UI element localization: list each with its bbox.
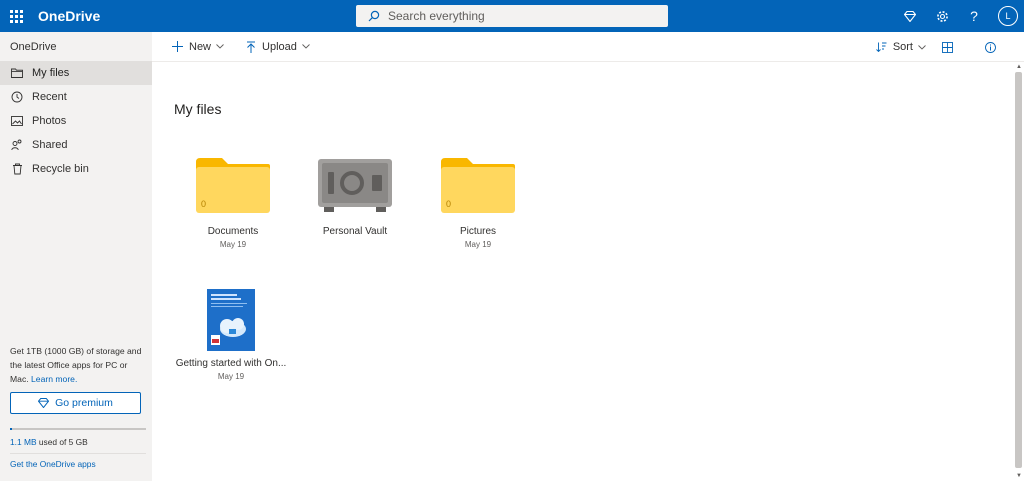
chevron-down-icon xyxy=(216,44,224,49)
people-icon xyxy=(10,138,24,152)
file-tile-pictures[interactable]: 0 Pictures May 19 xyxy=(413,150,543,249)
sidebar-item-recent[interactable]: Recent xyxy=(0,85,152,109)
chevron-down-icon xyxy=(302,44,310,49)
vault-icon xyxy=(318,159,392,212)
folder-item-count: 0 xyxy=(201,199,206,209)
help-button[interactable]: ? xyxy=(958,0,990,32)
command-bar: New Upload Sort xyxy=(152,32,1024,62)
page-title: My files xyxy=(174,101,222,117)
chevron-down-icon xyxy=(918,44,926,50)
sort-button[interactable]: Sort xyxy=(875,41,926,53)
view-switcher-button[interactable] xyxy=(942,41,959,53)
sidebar-item-label: Photos xyxy=(32,115,67,127)
info-icon xyxy=(985,41,996,53)
sort-label: Sort xyxy=(892,41,913,53)
upload-label: Upload xyxy=(262,40,297,53)
tile-name: Getting started with On... xyxy=(175,358,287,369)
file-tile-getting-started[interactable]: Getting started with On... May 19 xyxy=(166,288,296,381)
scroll-up-arrow-icon[interactable]: ▲ xyxy=(1016,64,1022,70)
premium-promo: Get 1TB (1000 GB) of storage and the lat… xyxy=(10,344,146,386)
premium-button[interactable] xyxy=(894,0,926,32)
sidebar-item-my-files[interactable]: My files xyxy=(0,61,152,85)
history-icon xyxy=(10,90,24,104)
sidebar-item-label: Shared xyxy=(32,139,68,151)
main-scrollbar[interactable]: ▲ ▼ xyxy=(1013,62,1024,481)
premium-diamond-icon xyxy=(38,398,50,408)
get-apps-link[interactable]: Get the OneDrive apps xyxy=(10,459,96,469)
gear-icon xyxy=(936,10,948,22)
photo-icon xyxy=(10,114,24,128)
settings-button[interactable] xyxy=(926,0,958,32)
sidebar-item-recycle-bin[interactable]: Recycle bin xyxy=(0,157,152,181)
storage-used-link[interactable]: 1.1 MB xyxy=(10,437,37,447)
search-box[interactable]: Search everything xyxy=(356,5,668,27)
folder-icon xyxy=(10,66,24,80)
tile-view-icon xyxy=(942,41,953,53)
trash-icon xyxy=(10,162,24,176)
new-label: New xyxy=(189,40,212,53)
sidebar-item-shared[interactable]: Shared xyxy=(0,133,152,157)
search-icon xyxy=(368,10,380,22)
storage-total-text: used of 5 GB xyxy=(36,437,88,447)
details-pane-button[interactable] xyxy=(985,41,1002,53)
folder-item-count: 0 xyxy=(446,199,451,209)
tile-date: May 19 xyxy=(219,240,247,249)
storage-meter-fill xyxy=(10,428,13,430)
sidebar-item-label: Recent xyxy=(32,91,67,103)
search-placeholder: Search everything xyxy=(388,9,485,23)
sidebar-title: OneDrive xyxy=(10,41,57,53)
sidebar-item-label: Recycle bin xyxy=(32,163,89,175)
premium-diamond-icon xyxy=(904,10,916,22)
sidebar-item-photos[interactable]: Photos xyxy=(0,109,152,133)
folder-icon: 0 xyxy=(196,158,270,213)
main-content: My files 0 Documents May 19 Personal Vau… xyxy=(152,62,1013,481)
tile-date: May 19 xyxy=(217,372,245,381)
storage-usage: 1.1 MB used of 5 GB xyxy=(10,437,88,447)
help-icon: ? xyxy=(970,8,978,24)
learn-more-link[interactable]: Learn more. xyxy=(31,374,77,384)
sidebar: OneDrive My files Recent Photos Shared R… xyxy=(0,32,152,481)
app-brand[interactable]: OneDrive xyxy=(38,8,100,24)
folder-icon: 0 xyxy=(441,158,515,213)
tile-name: Documents xyxy=(207,226,259,237)
waffle-icon xyxy=(9,9,23,23)
top-bar: OneDrive Search everything ? L xyxy=(0,0,1024,32)
tile-name: Personal Vault xyxy=(322,226,388,237)
upload-arrow-icon xyxy=(247,41,256,53)
plus-icon xyxy=(172,41,183,52)
go-premium-button[interactable]: Go premium xyxy=(10,392,141,414)
tile-name: Pictures xyxy=(459,226,497,237)
tile-date: May 19 xyxy=(464,240,492,249)
scrollbar-thumb[interactable] xyxy=(1015,72,1022,468)
file-tile-personal-vault[interactable]: Personal Vault xyxy=(290,150,420,237)
sort-icon xyxy=(875,42,887,52)
sidebar-nav: My files Recent Photos Shared Recycle bi… xyxy=(0,61,152,181)
account-avatar[interactable]: L xyxy=(998,6,1018,26)
sidebar-item-label: My files xyxy=(32,67,70,79)
new-button[interactable]: New xyxy=(172,41,224,53)
app-launcher-button[interactable] xyxy=(0,0,32,32)
go-premium-label: Go premium xyxy=(55,397,113,409)
pdf-document-thumbnail xyxy=(207,289,255,351)
storage-meter xyxy=(10,428,146,430)
upload-button[interactable]: Upload xyxy=(246,41,310,53)
sidebar-divider xyxy=(10,453,146,454)
file-tile-documents[interactable]: 0 Documents May 19 xyxy=(168,150,298,249)
scroll-down-arrow-icon[interactable]: ▼ xyxy=(1016,473,1022,479)
